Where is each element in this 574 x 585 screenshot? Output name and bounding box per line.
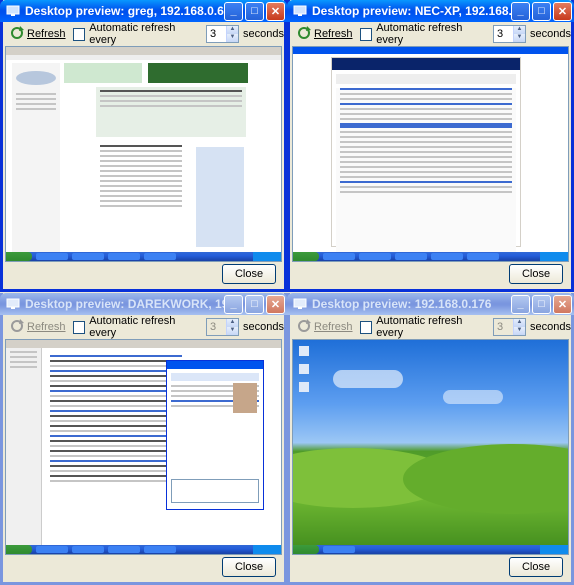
refresh-label: Refresh bbox=[314, 321, 353, 333]
auto-refresh-checkbox[interactable] bbox=[72, 320, 86, 334]
minimize-icon[interactable]: _ bbox=[511, 1, 530, 21]
refresh-label: Refresh bbox=[314, 28, 353, 40]
desktop-preview-image bbox=[292, 46, 569, 262]
maximize-icon[interactable]: □ bbox=[532, 1, 551, 21]
close-icon[interactable]: ✕ bbox=[266, 294, 285, 314]
preview-window-greg: Desktop preview: greg, 192.168.0.6 _ □ ✕… bbox=[0, 0, 287, 292]
toolbar: Refresh Automatic refresh every 3 ▲ ▼ seco… bbox=[290, 315, 571, 339]
auto-refresh-checkbox[interactable] bbox=[72, 27, 86, 41]
refresh-icon bbox=[297, 318, 311, 336]
seconds-label: seconds bbox=[243, 321, 284, 333]
monitor-icon bbox=[6, 4, 20, 18]
minimize-icon[interactable]: _ bbox=[511, 294, 530, 314]
title-bar[interactable]: Desktop preview: DAREKWORK, 192.168.0.69… bbox=[0, 293, 287, 315]
preview-window-176: Desktop preview: 192.168.0.176 _ □ ✕ Ref… bbox=[287, 293, 574, 585]
close-icon[interactable]: ✕ bbox=[266, 1, 285, 21]
title-bar[interactable]: Desktop preview: greg, 192.168.0.6 _ □ ✕ bbox=[0, 0, 287, 22]
refresh-button[interactable]: Refresh bbox=[294, 318, 356, 337]
preview-window-darekwork: Desktop preview: DAREKWORK, 192.168.0.69… bbox=[0, 293, 287, 585]
spin-down-icon[interactable]: ▼ bbox=[514, 34, 526, 42]
interval-value: 3 bbox=[209, 28, 217, 40]
close-icon[interactable]: ✕ bbox=[553, 1, 572, 21]
interval-value: 3 bbox=[496, 321, 504, 333]
spin-down-icon[interactable]: ▼ bbox=[227, 34, 239, 42]
minimize-icon[interactable]: _ bbox=[224, 294, 243, 314]
window-title: Desktop preview: 192.168.0.176 bbox=[312, 297, 492, 311]
spin-down-icon[interactable]: ▼ bbox=[227, 327, 239, 335]
refresh-icon bbox=[297, 25, 311, 43]
monitor-icon bbox=[293, 297, 307, 311]
refresh-label: Refresh bbox=[27, 28, 66, 40]
desktop-preview-image bbox=[292, 339, 569, 555]
spin-up-icon[interactable]: ▲ bbox=[227, 319, 239, 327]
close-button[interactable]: Close bbox=[509, 264, 563, 284]
refresh-button[interactable]: Refresh bbox=[294, 25, 356, 44]
preview-grid: Desktop preview: greg, 192.168.0.6 _ □ ✕… bbox=[0, 0, 574, 585]
refresh-icon bbox=[10, 318, 24, 336]
spin-up-icon[interactable]: ▲ bbox=[227, 26, 239, 34]
preview-window-nec-xp: Desktop preview: NEC-XP, 192.168.0.116 _… bbox=[287, 0, 574, 292]
title-bar[interactable]: Desktop preview: NEC-XP, 192.168.0.116 _… bbox=[287, 0, 574, 22]
toolbar: Refresh Automatic refresh every 3 ▲ ▼ seco… bbox=[3, 22, 284, 46]
maximize-icon[interactable]: □ bbox=[245, 294, 264, 314]
monitor-icon bbox=[293, 4, 307, 18]
close-button[interactable]: Close bbox=[509, 557, 563, 577]
interval-value: 3 bbox=[496, 28, 504, 40]
seconds-label: seconds bbox=[243, 28, 284, 40]
monitor-icon bbox=[6, 297, 20, 311]
interval-value: 3 bbox=[209, 321, 217, 333]
minimize-icon[interactable]: _ bbox=[224, 1, 243, 21]
desktop-preview-image bbox=[5, 339, 282, 555]
spin-up-icon[interactable]: ▲ bbox=[514, 26, 526, 34]
auto-refresh-label: Automatic refresh every bbox=[376, 22, 463, 46]
refresh-interval-spinner[interactable]: 3 ▲ ▼ bbox=[205, 25, 240, 43]
auto-refresh-checkbox[interactable] bbox=[359, 27, 373, 41]
maximize-icon[interactable]: □ bbox=[532, 294, 551, 314]
auto-refresh-label: Automatic refresh every bbox=[89, 22, 176, 46]
spin-up-icon[interactable]: ▲ bbox=[514, 319, 526, 327]
seconds-label: seconds bbox=[530, 321, 571, 333]
spin-down-icon[interactable]: ▼ bbox=[514, 327, 526, 335]
desktop-icon bbox=[299, 364, 309, 374]
maximize-icon[interactable]: □ bbox=[245, 1, 264, 21]
refresh-interval-spinner[interactable]: 3 ▲ ▼ bbox=[205, 318, 240, 336]
seconds-label: seconds bbox=[530, 28, 571, 40]
toolbar: Refresh Automatic refresh every 3 ▲ ▼ seco… bbox=[3, 315, 284, 339]
refresh-button[interactable]: Refresh bbox=[7, 318, 69, 337]
title-bar[interactable]: Desktop preview: 192.168.0.176 _ □ ✕ bbox=[287, 293, 574, 315]
refresh-interval-spinner[interactable]: 3 ▲ ▼ bbox=[492, 25, 527, 43]
desktop-icon bbox=[299, 346, 309, 356]
window-title: Desktop preview: DAREKWORK, 192.168.0.69 bbox=[25, 297, 224, 311]
desktop-icon bbox=[299, 382, 309, 392]
toolbar: Refresh Automatic refresh every 3 ▲ ▼ seco… bbox=[290, 22, 571, 46]
auto-refresh-label: Automatic refresh every bbox=[89, 315, 176, 339]
auto-refresh-label: Automatic refresh every bbox=[376, 315, 463, 339]
auto-refresh-checkbox[interactable] bbox=[359, 320, 373, 334]
window-title: Desktop preview: NEC-XP, 192.168.0.116 bbox=[312, 4, 511, 18]
close-button[interactable]: Close bbox=[222, 264, 276, 284]
refresh-icon bbox=[10, 25, 24, 43]
desktop-preview-image bbox=[5, 46, 282, 262]
refresh-button[interactable]: Refresh bbox=[7, 25, 69, 44]
refresh-label: Refresh bbox=[27, 321, 66, 333]
refresh-interval-spinner[interactable]: 3 ▲ ▼ bbox=[492, 318, 527, 336]
window-title: Desktop preview: greg, 192.168.0.6 bbox=[25, 4, 224, 18]
close-button[interactable]: Close bbox=[222, 557, 276, 577]
close-icon[interactable]: ✕ bbox=[553, 294, 572, 314]
